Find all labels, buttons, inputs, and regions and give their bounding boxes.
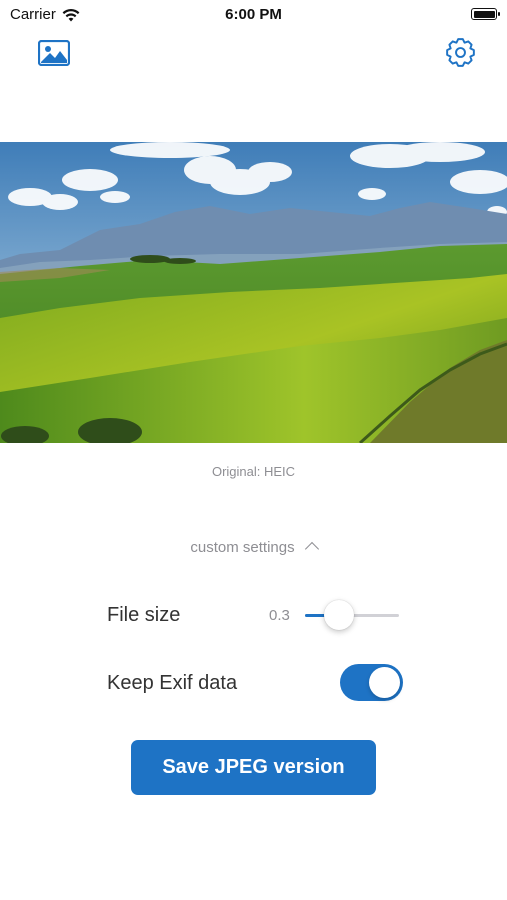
gear-icon[interactable]	[445, 37, 476, 68]
battery-icon	[471, 8, 500, 20]
chevron-up-icon	[304, 541, 319, 557]
save-jpeg-button[interactable]: Save JPEG version	[131, 740, 376, 795]
image-preview	[0, 142, 507, 443]
file-size-value: 0.3	[269, 607, 290, 624]
slider-thumb[interactable]	[323, 600, 354, 630]
switch-knob	[369, 667, 400, 698]
custom-settings-label: custom settings	[190, 539, 295, 556]
status-bar: Carrier 6:00 PM	[0, 0, 507, 28]
keep-exif-switch[interactable]	[340, 664, 403, 701]
keep-exif-label: Keep Exif data	[107, 672, 238, 694]
photo-library-icon[interactable]	[38, 40, 70, 66]
original-format-label: Original: HEIC	[211, 464, 296, 479]
file-size-label: File size	[107, 604, 181, 626]
status-clock: 6:00 PM	[225, 6, 282, 23]
custom-settings-toggle[interactable]: custom settings	[0, 539, 507, 557]
file-size-slider[interactable]	[305, 600, 399, 630]
